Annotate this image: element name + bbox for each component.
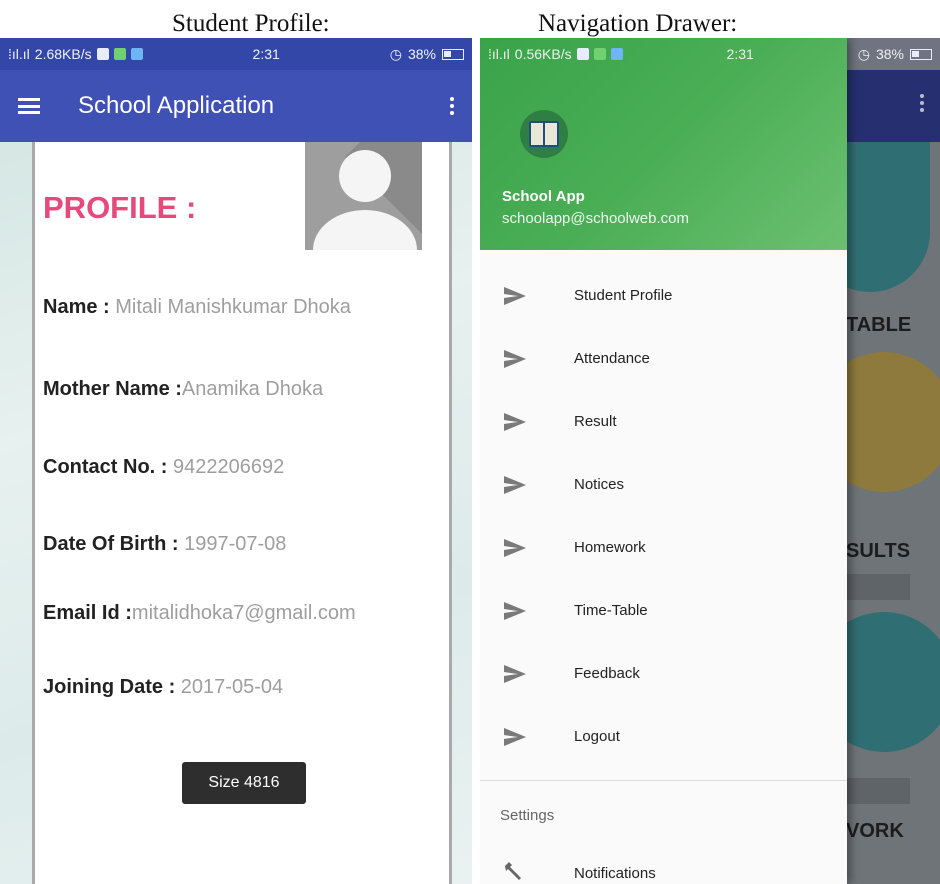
bg-label-timetable: TABLE (846, 314, 912, 336)
field-joining-date: Joining Date : 2017-05-04 (43, 676, 284, 698)
send-icon (504, 538, 526, 557)
book-icon (520, 110, 568, 158)
send-icon (504, 475, 526, 494)
send-icon (504, 286, 526, 305)
menu-icon[interactable] (18, 98, 40, 114)
profile-card: PROFILE : Name : Mitali Manishkumar Dhok… (32, 142, 452, 884)
wrench-icon (505, 862, 521, 880)
field-name: Name : Mitali Manishkumar Dhoka (43, 296, 351, 318)
overflow-menu-icon[interactable] (450, 97, 454, 115)
avatar-icon (305, 142, 422, 250)
size-toast: Size 4816 (182, 762, 306, 804)
battery-icon (909, 48, 932, 60)
profile-heading: PROFILE : (43, 190, 197, 225)
drawer-user-name: School App (502, 188, 585, 205)
caption-student-profile: Student Profile: (172, 10, 330, 37)
menu-item-feedback[interactable]: Feedback (480, 642, 847, 705)
battery-percent: 38% (407, 46, 436, 62)
alarm-icon: ◷ (389, 45, 402, 62)
navigation-drawer-screen: ⁞ıl.ıl 0.56KB/s 2:31 ◷ 38% TABLE SULTS V… (480, 38, 940, 884)
drawer-menu: Student Profile Attendance Result Notice… (480, 264, 847, 768)
menu-item-time-table[interactable]: Time-Table (480, 579, 847, 642)
menu-item-notifications[interactable]: Notifications (480, 858, 656, 884)
whatsapp-icon (593, 48, 606, 60)
signal-icon: ⁞ıl.ıl (8, 46, 30, 62)
menu-item-logout[interactable]: Logout (480, 705, 847, 768)
field-dob: Date Of Birth : 1997-07-08 (43, 533, 287, 555)
menu-item-student-profile[interactable]: Student Profile (480, 264, 847, 327)
send-icon (504, 349, 526, 368)
menu-item-homework[interactable]: Homework (480, 516, 847, 579)
menu-item-attendance[interactable]: Attendance (480, 327, 847, 390)
menu-item-result[interactable]: Result (480, 390, 847, 453)
status-time: 2:31 (726, 46, 754, 62)
send-icon (504, 601, 526, 620)
alarm-icon: ◷ (857, 45, 870, 62)
download-icon (576, 48, 589, 60)
field-mother-name: Mother Name :Anamika Dhoka (43, 378, 324, 400)
network-speed: 0.56KB/s (514, 46, 572, 62)
download-icon (96, 48, 109, 60)
bg-label-results: SULTS (846, 540, 911, 562)
signal-icon: ⁞ıl.ıl (488, 46, 510, 62)
student-profile-screen: ⁞ıl.ıl 2.68KB/s 2:31 ◷ 38% School Applic… (0, 38, 472, 884)
navigation-drawer: School App schoolapp@schoolweb.com Stude… (480, 38, 847, 884)
caption-navigation-drawer: Navigation Drawer: (538, 10, 738, 37)
battery-icon (441, 48, 464, 60)
settings-section-header: Settings (500, 807, 555, 824)
menu-item-notices[interactable]: Notices (480, 453, 847, 516)
network-speed: 2.68KB/s (34, 46, 92, 62)
app-title: School Application (78, 92, 275, 119)
message-icon (130, 48, 143, 60)
status-bar: ⁞ıl.ıl 2.68KB/s 2:31 ◷ 38% (0, 38, 472, 70)
battery-percent: 38% (875, 46, 904, 62)
background-overflow-icon (920, 94, 924, 112)
send-icon (504, 727, 526, 746)
whatsapp-icon (113, 48, 126, 60)
field-contact: Contact No. : 9422206692 (43, 456, 285, 478)
drawer-divider (480, 780, 847, 781)
bg-label-homework: VORK (846, 820, 904, 842)
status-bar: ⁞ıl.ıl 0.56KB/s 2:31 ◷ 38% (480, 38, 940, 70)
send-icon (504, 412, 526, 431)
message-icon (610, 48, 623, 60)
field-email: Email Id :mitalidhoka7@gmail.com (43, 602, 356, 624)
send-icon (504, 664, 526, 683)
drawer-user-email: schoolapp@schoolweb.com (502, 210, 689, 227)
status-time: 2:31 (252, 46, 280, 62)
app-bar: School Application (0, 70, 472, 142)
